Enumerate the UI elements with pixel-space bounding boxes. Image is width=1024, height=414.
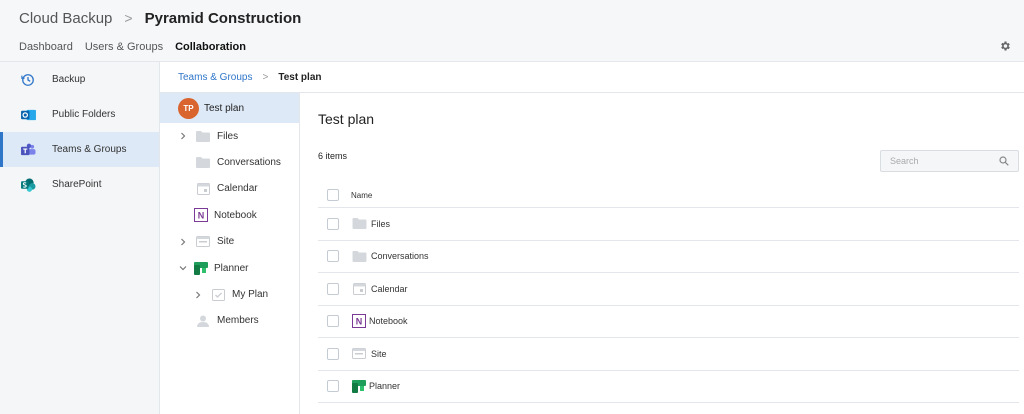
- search-box: [880, 150, 1019, 172]
- sidebar-item-public-folders[interactable]: Public Folders: [0, 97, 159, 132]
- folder-icon: [196, 129, 210, 143]
- table-header: Name: [318, 183, 1019, 208]
- tree-item-label: Site: [217, 236, 235, 248]
- sidebar-item-label: SharePoint: [52, 179, 102, 190]
- tree-item-label: Files: [217, 130, 239, 142]
- tree-item-site[interactable]: Site: [160, 229, 299, 255]
- folder-icon: [196, 156, 210, 170]
- tree-item-notebook[interactable]: N Notebook: [160, 202, 299, 228]
- main-nav: Dashboard Users & Groups Collaboration: [19, 41, 246, 53]
- chevron-right-icon[interactable]: [178, 237, 188, 247]
- tab-users-groups[interactable]: Users & Groups: [85, 41, 163, 53]
- person-icon: [196, 314, 210, 328]
- sidebar-item-label: Public Folders: [52, 109, 116, 120]
- breadcrumb-separator: >: [124, 10, 133, 26]
- chevron-down-icon[interactable]: [178, 263, 188, 273]
- sidebar-item-label: Teams & Groups: [52, 144, 127, 155]
- chevron-right-icon[interactable]: [178, 131, 188, 141]
- sidebar-item-backup[interactable]: Backup: [0, 62, 159, 97]
- breadcrumb-separator: >: [262, 71, 269, 83]
- calendar-icon: [351, 282, 367, 296]
- row-checkbox[interactable]: [327, 380, 339, 393]
- tree-item-label: Calendar: [217, 183, 258, 195]
- table-row[interactable]: Files: [318, 208, 1019, 241]
- tree-item-members[interactable]: Members: [160, 308, 299, 334]
- calendar-icon: [196, 182, 210, 196]
- tree-item-label: My Plan: [232, 289, 269, 301]
- planner-icon: [194, 261, 208, 275]
- row-checkbox[interactable]: [327, 217, 339, 230]
- row-name[interactable]: Files: [371, 219, 390, 229]
- gear-icon[interactable]: [999, 40, 1011, 52]
- outlook-icon: [20, 107, 36, 123]
- search-icon[interactable]: [999, 156, 1009, 166]
- sidebar: Backup Public Folders Teams & Groups Sha…: [0, 62, 160, 414]
- planner-icon: [351, 379, 367, 393]
- tree-item-label: Members: [217, 315, 259, 327]
- column-header-name[interactable]: Name: [351, 191, 372, 200]
- svg-text:N: N: [356, 317, 363, 327]
- breadcrumb-current: Test plan: [278, 71, 322, 83]
- history-icon: [20, 72, 36, 88]
- tree-item-my-plan[interactable]: My Plan: [160, 281, 299, 307]
- breadcrumb-link-teams-groups[interactable]: Teams & Groups: [178, 72, 252, 83]
- site-icon: [196, 235, 210, 249]
- app-name[interactable]: Cloud Backup: [19, 10, 112, 27]
- row-name[interactable]: Site: [371, 349, 387, 359]
- tree-item-label: Conversations: [217, 157, 281, 169]
- breadcrumb: Teams & Groups > Test plan: [160, 62, 1024, 93]
- navigation-tree: TP Test plan Files Conversations Calenda…: [160, 93, 300, 414]
- row-checkbox[interactable]: [327, 347, 339, 360]
- main-content: Test plan 6 items Name Files Conversatio…: [300, 93, 1024, 414]
- table-row[interactable]: Planner: [318, 371, 1019, 403]
- tree-item-label: Notebook: [214, 209, 257, 221]
- tab-dashboard[interactable]: Dashboard: [19, 41, 73, 53]
- row-name[interactable]: Calendar: [371, 284, 408, 294]
- tree-root-label: Test plan: [204, 102, 245, 114]
- organization-name: Pyramid Construction: [144, 9, 302, 27]
- table-row[interactable]: Conversations: [318, 241, 1019, 273]
- search-input[interactable]: [881, 151, 991, 171]
- app-title-breadcrumb: Cloud Backup > Pyramid Construction: [19, 9, 301, 27]
- plan-icon: [211, 288, 225, 302]
- tree-item-calendar[interactable]: Calendar: [160, 176, 299, 202]
- tree-root-test-plan[interactable]: TP Test plan: [160, 93, 299, 123]
- table-row[interactable]: N Notebook: [318, 306, 1019, 338]
- table-row[interactable]: Site: [318, 338, 1019, 371]
- tree-item-conversations[interactable]: Conversations: [160, 149, 299, 175]
- onenote-icon: N: [351, 314, 367, 329]
- tree-item-planner[interactable]: Planner: [160, 255, 299, 281]
- sidebar-item-teams-groups[interactable]: Teams & Groups: [0, 132, 159, 167]
- row-name[interactable]: Conversations: [371, 251, 429, 261]
- page-title: Test plan: [318, 111, 375, 127]
- sidebar-item-sharepoint[interactable]: SharePoint: [0, 167, 159, 202]
- row-checkbox[interactable]: [327, 250, 339, 263]
- row-name[interactable]: Planner: [369, 381, 400, 391]
- row-checkbox[interactable]: [327, 315, 339, 328]
- item-count: 6 items: [318, 151, 348, 161]
- avatar: TP: [178, 97, 199, 119]
- site-icon: [351, 347, 367, 361]
- row-name[interactable]: Notebook: [369, 316, 408, 326]
- tree-item-files[interactable]: Files: [160, 123, 299, 149]
- sidebar-item-label: Backup: [52, 74, 86, 85]
- tab-collaboration[interactable]: Collaboration: [175, 41, 246, 53]
- row-checkbox[interactable]: [327, 282, 339, 295]
- items-table: Name Files Conversations Calendar N Note…: [318, 183, 1019, 403]
- folder-icon: [351, 249, 367, 263]
- top-header: Cloud Backup > Pyramid Construction Dash…: [0, 0, 1024, 62]
- folder-icon: [351, 217, 367, 231]
- tree-item-label: Planner: [214, 262, 249, 274]
- svg-text:N: N: [198, 211, 205, 221]
- chevron-right-icon[interactable]: [193, 290, 203, 300]
- teams-icon: [20, 142, 36, 158]
- select-all-checkbox[interactable]: [327, 189, 339, 201]
- onenote-icon: N: [194, 208, 208, 223]
- sharepoint-icon: [20, 177, 36, 193]
- table-row[interactable]: Calendar: [318, 273, 1019, 306]
